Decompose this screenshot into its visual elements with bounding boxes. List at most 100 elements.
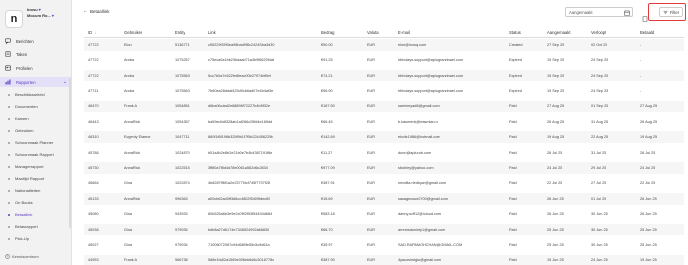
table-row[interactable]: 45133 AnnaRick 996363 a00cb62a40ff3d6cc4802… (84, 193, 684, 205)
sidebar-subitem-label: Documenten (15, 104, 38, 109)
sidebar-subitem-belasrapport[interactable]: Belasrapport (0, 222, 71, 231)
table-cell: €66.70 (321, 227, 333, 232)
table-row[interactable]: 47722 Aroba 1075257 c75eca0a1bb23bdaab71a4b… (84, 54, 684, 66)
table-cell: 26 Aug 25 (547, 119, 565, 124)
sidebar-scrollbar[interactable] (69, 78, 71, 228)
table-cell: 47711 (88, 88, 99, 93)
sidebar-subitem-label: Belasrapport (15, 224, 38, 229)
table-cell: 31 Jul 25 (591, 150, 607, 155)
table-cell[interactable]: c75eca0a1bb23bdaab71a4b9f6620f4af (208, 54, 274, 66)
column-header[interactable]: Valuta (367, 28, 379, 37)
table-cell: 966738 (175, 258, 188, 263)
table-cell: Created (509, 42, 523, 47)
filter-button[interactable]: Filter (659, 7, 683, 17)
column-header[interactable]: E-mail (398, 28, 410, 37)
table-row[interactable]: 47722 Elon 5136771 c55229f39f3ea98bad9f8c24… (84, 39, 684, 51)
table-cell[interactable]: 568e1fa52a1569e006eb6d6c3016778c (208, 255, 274, 265)
calendar-icon[interactable] (624, 9, 630, 16)
column-header[interactable]: Link (208, 28, 216, 37)
table-cell[interactable]: 860f1f6f196b325f9b1f7f5b224456229b (208, 131, 273, 143)
table-cell[interactable]: 80b525a6b3e9e2c0f92f93f54494d684 (208, 208, 272, 220)
column-header[interactable]: Verloopt (591, 28, 606, 37)
sidebar-subitem-managerrapport[interactable]: Managerrapport (0, 162, 71, 171)
table-row[interactable]: 45027 Gina 979934 71006072087c94d689fe55c5c… (84, 239, 684, 251)
sidebar-subitem-on-books[interactable]: On Books (0, 198, 71, 207)
column-header[interactable]: ID ↓ (88, 28, 96, 37)
column-header[interactable]: Bedrag (321, 28, 335, 37)
table-cell: 24 Jun 25 (591, 258, 608, 263)
table-cell[interactable]: 3ff80a7f8d4d78e0061a562d6c2834 (208, 162, 268, 174)
sidebar-subitem-gebruiken[interactable]: Gebruiken (0, 126, 71, 135)
table-row[interactable]: 45788 AnnaRick 1024870 b51a4b2e8b2e21b0e7b4… (84, 147, 684, 159)
table-row[interactable]: 44953 Frank A 966738 568e1fa52a1569e006eb6d… (84, 254, 684, 265)
sidebar-subitem-schoonmaak-rapport[interactable]: Schoonmaak Rapport (0, 150, 71, 159)
sidebar-item-label: Taken (16, 51, 28, 57)
sidebar-subitem-documenten[interactable]: Documenten (0, 102, 71, 111)
table-cell: Expired (509, 58, 522, 63)
table-row[interactable]: 47722 Aroba 1075563 5cc7b0a7e522fe8feac00b2… (84, 69, 684, 82)
back-link[interactable]: ← Betaallink (83, 8, 110, 14)
table-cell: 26 Jun 25 (640, 196, 657, 201)
column-header-label: E-mail (398, 30, 410, 35)
sidebar-subitem-kansen[interactable]: Kansen (0, 114, 71, 123)
table-cell[interactable]: d6ba0fcdad2e68898f72227b4b5f32e (208, 101, 270, 113)
table-cell: - (640, 88, 642, 93)
table-row[interactable]: 46443 AnnaRick 1054357 ba59ed4df328ab1af266… (84, 116, 684, 128)
table-cell[interactable]: 71006072087c94d689fe55c5c9d61a (208, 239, 270, 251)
table-cell: Evgeniy Elamor (124, 135, 151, 140)
table-cell: EUR (367, 242, 376, 247)
sidebar-item-profielen[interactable]: Profielen (0, 63, 71, 73)
table-cell: 943933 (175, 212, 188, 217)
table-cell: 30 Jun 25 (591, 212, 608, 217)
sidebar-subitem-label: Schoonmaak Planner (15, 140, 54, 145)
table-cell: Frank A (124, 258, 138, 263)
table-cell: 22 Aug 25 (591, 135, 609, 140)
table-cell: 26 Aug 25 (640, 119, 658, 124)
sidebar-subitem-maaltijd-rapport[interactable]: Maaltijd Rapport (0, 174, 71, 183)
table-row[interactable]: 45664 Gina 1022874 4b8287ff6f1a2e2377f4cf74… (84, 178, 684, 190)
table-row[interactable]: 47711 Aroba 1075563 7b60ea28ddaf425d9cb6ad0… (84, 85, 684, 97)
sidebar-item-label: Berichten (16, 38, 34, 44)
column-header[interactable]: Status (509, 28, 521, 37)
table-row[interactable]: 45038 Gina 979935 bdb8a27d6174e7346524992a6… (84, 223, 684, 236)
column-header[interactable]: Aangemaakt (547, 28, 571, 37)
table-cell[interactable]: 7b60ea28ddaf425d9cb6ad07e4b4af3e (208, 85, 273, 97)
sidebar-subitem-beschikbaarheid[interactable]: Beschikbaarheid (0, 90, 71, 99)
column-header[interactable]: Entity (175, 28, 185, 37)
column-header[interactable]: Betaald (640, 28, 654, 37)
table-cell[interactable]: a00cb62a40ff3d6cc4802f5409fdec89 (208, 193, 270, 205)
sidebar-item-taken[interactable]: Taken (0, 49, 71, 59)
table-cell[interactable]: b51a4b2e8b2e21b0e7b4b4387191f8e (208, 147, 272, 159)
created-date-filter[interactable]: Aangemaakt (565, 7, 633, 17)
table-row[interactable]: 45730 AnnaRick 1022515 3ff80a7f8d4d78e0061a… (84, 162, 684, 174)
sidebar-subitem-schoonmaak-planner[interactable]: Schoonmaak Planner (0, 138, 71, 147)
app-logo[interactable]: n (5, 10, 23, 28)
date-placeholder: Aangemaakt (569, 9, 593, 15)
sidebar-item-rapporten[interactable]: Rapporten ⌄ (0, 77, 71, 87)
sidebar-subitem-betaallink[interactable]: Betaallink (0, 210, 71, 219)
sidebar-subitem-nationaliteiten[interactable]: Nationaliteiten (0, 186, 71, 195)
column-header[interactable]: Gebruiker (124, 28, 142, 37)
table-cell: Paid (509, 181, 517, 186)
table-cell[interactable]: ba59ed4df328ab1af266c25fd4e169dd (208, 116, 272, 128)
table-cell: SAD.RAPAMOHCHAN@GMAIL.COM (398, 242, 463, 247)
table-cell[interactable]: 5cc7b0a7e522fe8feac00b27974bf6bf (208, 70, 271, 82)
table-cell: dunn@aplurub.com (398, 150, 432, 155)
table-cell: 27 Jul 25 (591, 181, 607, 186)
table-row[interactable]: 46470 Frank A 1054851 d6ba0fcdad2e68898f722… (84, 100, 684, 113)
help-center-link[interactable]: ? Kenniscentrum (5, 254, 39, 259)
sidebar-item-berichten[interactable]: Berichten (0, 36, 71, 46)
table-cell: EUR (367, 165, 376, 170)
table-row[interactable]: 46310 Evgeniy Elamor 1047711 860f1f6f196b32… (84, 131, 684, 143)
table-cell: EUR (367, 181, 376, 186)
table-cell[interactable]: c55229f39f3ea98bad9f8c2424Sba3d30 (208, 39, 275, 51)
table-row[interactable]: 45080 Gina 943933 80b525a6b3e9e2c0f92f93f54… (84, 208, 684, 220)
column-header-label: Betaald (640, 30, 655, 35)
org-switcher[interactable]: Inosu ▾ Mocum Ro... ▾ (27, 7, 69, 19)
table-cell[interactable]: bdb8a27d6174e7346524992a66830 (208, 224, 269, 236)
table-cell: EUR (367, 73, 376, 78)
sidebar-subitem-pick-up[interactable]: Pick-Up (0, 234, 71, 243)
sort-icon[interactable]: ↓ (94, 30, 96, 35)
table-cell: €91.25 (321, 58, 333, 63)
table-cell[interactable]: 4b8287ff6f1a2e2377f4cf745f7797f28 (208, 178, 270, 190)
